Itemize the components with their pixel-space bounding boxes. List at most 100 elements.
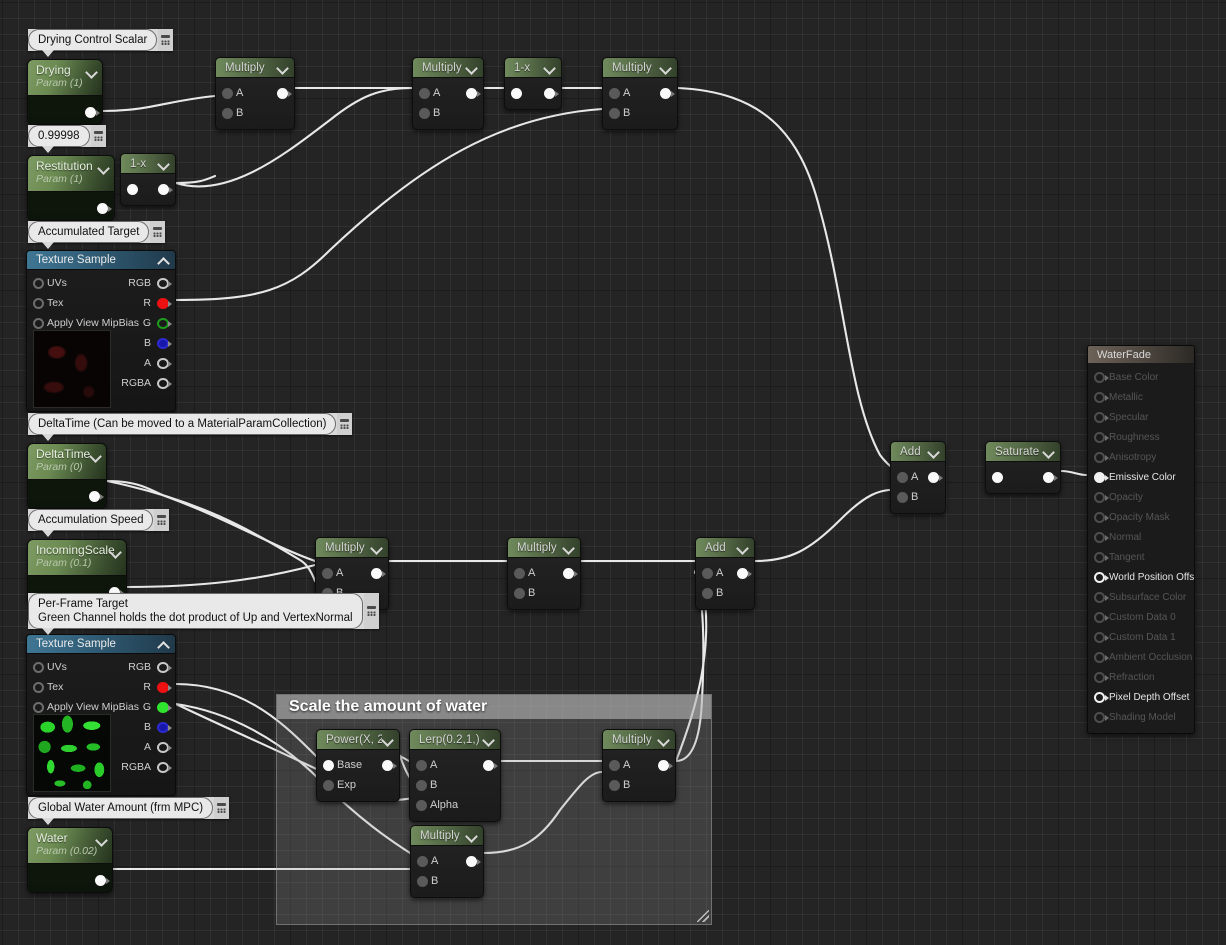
input-pin[interactable] <box>609 87 620 99</box>
node-header[interactable]: Multiply <box>316 538 388 558</box>
node-header[interactable]: Add <box>891 442 945 462</box>
node-add-2[interactable]: Add A B <box>695 537 755 610</box>
chevron-down-icon[interactable] <box>737 542 748 553</box>
material-pin-row[interactable]: Specular <box>1088 407 1194 427</box>
material-input-pin[interactable] <box>1094 531 1109 543</box>
material-input-pin[interactable] <box>1094 411 1109 423</box>
material-input-pin[interactable] <box>1094 511 1109 523</box>
material-pin-row[interactable]: Custom Data 0 <box>1088 607 1194 627</box>
input-pin[interactable] <box>222 107 233 119</box>
node-header[interactable]: Multiply <box>411 826 483 846</box>
chevron-down-icon[interactable] <box>466 62 477 73</box>
material-pin-row[interactable]: Emissive Color <box>1088 467 1194 487</box>
input-pin[interactable] <box>33 277 44 289</box>
chevron-down-icon[interactable] <box>158 158 169 169</box>
pin-icon[interactable] <box>337 413 353 435</box>
param-node-drying[interactable]: Drying Param (1) <box>27 59 103 125</box>
input-pin[interactable] <box>416 779 427 791</box>
chevron-down-icon[interactable] <box>90 451 101 462</box>
material-pin-row[interactable]: Base Color <box>1088 367 1194 387</box>
output-pin[interactable] <box>563 567 578 579</box>
input-pin[interactable] <box>417 855 428 867</box>
node-oneminus-2[interactable]: 1-x <box>120 153 176 206</box>
chevron-down-icon[interactable] <box>658 734 669 745</box>
node-saturate-1[interactable]: Saturate <box>985 441 1061 494</box>
comment-bubble-accumulation-speed[interactable]: Accumulation Speed <box>28 509 170 537</box>
output-pin-r[interactable] <box>157 681 172 693</box>
input-pin[interactable] <box>514 587 525 599</box>
node-header[interactable]: Multiply <box>508 538 580 558</box>
input-pin[interactable] <box>33 681 44 693</box>
material-pin-row[interactable]: Normal <box>1088 527 1194 547</box>
comment-bubble-accumulated-target[interactable]: Accumulated Target <box>28 221 166 249</box>
material-input-pin[interactable] <box>1094 431 1109 443</box>
comment-bubble-global-water-amount[interactable]: Global Water Amount (frm MPC) <box>28 797 230 825</box>
input-pin[interactable] <box>323 759 334 771</box>
resize-grip[interactable] <box>697 910 709 922</box>
input-pin[interactable] <box>33 297 44 309</box>
material-pin-row[interactable]: Opacity Mask <box>1088 507 1194 527</box>
chevron-down-icon[interactable] <box>563 542 574 553</box>
pin-icon[interactable] <box>90 125 106 147</box>
node-mul-1[interactable]: Multiply A B <box>215 57 295 130</box>
material-pin-row[interactable]: World Position Offset <box>1088 567 1194 587</box>
input-pin[interactable] <box>417 875 428 887</box>
output-pin[interactable] <box>737 567 752 579</box>
chevron-down-icon[interactable] <box>466 830 477 841</box>
material-pin-row[interactable]: Refraction <box>1088 667 1194 687</box>
chevron-down-icon[interactable] <box>277 62 288 73</box>
input-pin[interactable] <box>416 799 427 811</box>
node-add-1[interactable]: Add A B <box>890 441 946 514</box>
texture-node-header[interactable]: Texture Sample <box>27 251 175 270</box>
param-node-header[interactable]: Drying Param (1) <box>28 60 102 96</box>
material-pin-row[interactable]: Pixel Depth Offset <box>1088 687 1194 707</box>
node-header[interactable]: Multiply <box>413 58 483 78</box>
chevron-down-icon[interactable] <box>483 734 494 745</box>
input-pin[interactable] <box>702 587 713 599</box>
output-pin[interactable] <box>277 87 292 99</box>
material-pin-row[interactable]: Shading Model <box>1088 707 1194 727</box>
comment-bubble-drying-control-scalar[interactable]: Drying Control Scalar <box>28 29 174 57</box>
output-pin[interactable] <box>97 203 112 214</box>
comment-bubble-restitution-value[interactable]: 0.99998 <box>28 125 106 153</box>
input-pin[interactable] <box>609 759 620 771</box>
input-pin[interactable] <box>897 471 908 483</box>
output-pin[interactable] <box>466 855 481 867</box>
input-pin[interactable] <box>33 661 44 673</box>
input-pin[interactable] <box>609 107 620 119</box>
input-pin[interactable] <box>323 779 334 791</box>
param-node-header[interactable]: DeltaTime Param (0) <box>28 444 106 480</box>
param-node-water[interactable]: Water Param (0.02) <box>27 827 113 893</box>
node-header[interactable]: Multiply <box>603 730 675 750</box>
output-pin[interactable] <box>928 471 943 483</box>
texture-node-header[interactable]: Texture Sample <box>27 635 175 654</box>
material-pin-row[interactable]: Subsurface Color <box>1088 587 1194 607</box>
input-pin[interactable] <box>609 779 620 791</box>
output-pin-g[interactable] <box>157 701 172 713</box>
material-pin-row[interactable]: Anisotropy <box>1088 447 1194 467</box>
output-pin-a[interactable] <box>157 741 172 753</box>
chevron-down-icon[interactable] <box>544 62 555 73</box>
node-header[interactable]: Multiply <box>216 58 294 78</box>
material-input-pin[interactable] <box>1094 451 1109 463</box>
output-pin[interactable] <box>85 107 100 118</box>
material-pin-row[interactable]: Opacity <box>1088 487 1194 507</box>
output-pin-g[interactable] <box>157 317 172 329</box>
output-pin-rgb[interactable] <box>157 277 172 289</box>
output-pin-b[interactable] <box>157 721 172 733</box>
chevron-up-icon[interactable] <box>158 255 169 266</box>
comment-bubble-per-frame-target[interactable]: Per-Frame Target Green Channel holds the… <box>28 593 379 635</box>
chevron-down-icon[interactable] <box>110 547 121 558</box>
material-input-pin[interactable] <box>1094 671 1109 683</box>
material-input-pin[interactable] <box>1094 691 1109 703</box>
param-node-header[interactable]: IncomingScale Param (0.1) <box>28 540 126 576</box>
material-input-pin[interactable] <box>1094 391 1109 403</box>
input-pin[interactable] <box>322 567 333 579</box>
pin-icon[interactable] <box>363 593 379 629</box>
chevron-up-icon[interactable] <box>158 639 169 650</box>
output-pin[interactable] <box>371 567 386 579</box>
output-pin-a[interactable] <box>157 357 172 369</box>
material-input-pin[interactable] <box>1094 551 1109 563</box>
input-pin[interactable] <box>419 87 430 99</box>
input-pin[interactable] <box>514 567 525 579</box>
